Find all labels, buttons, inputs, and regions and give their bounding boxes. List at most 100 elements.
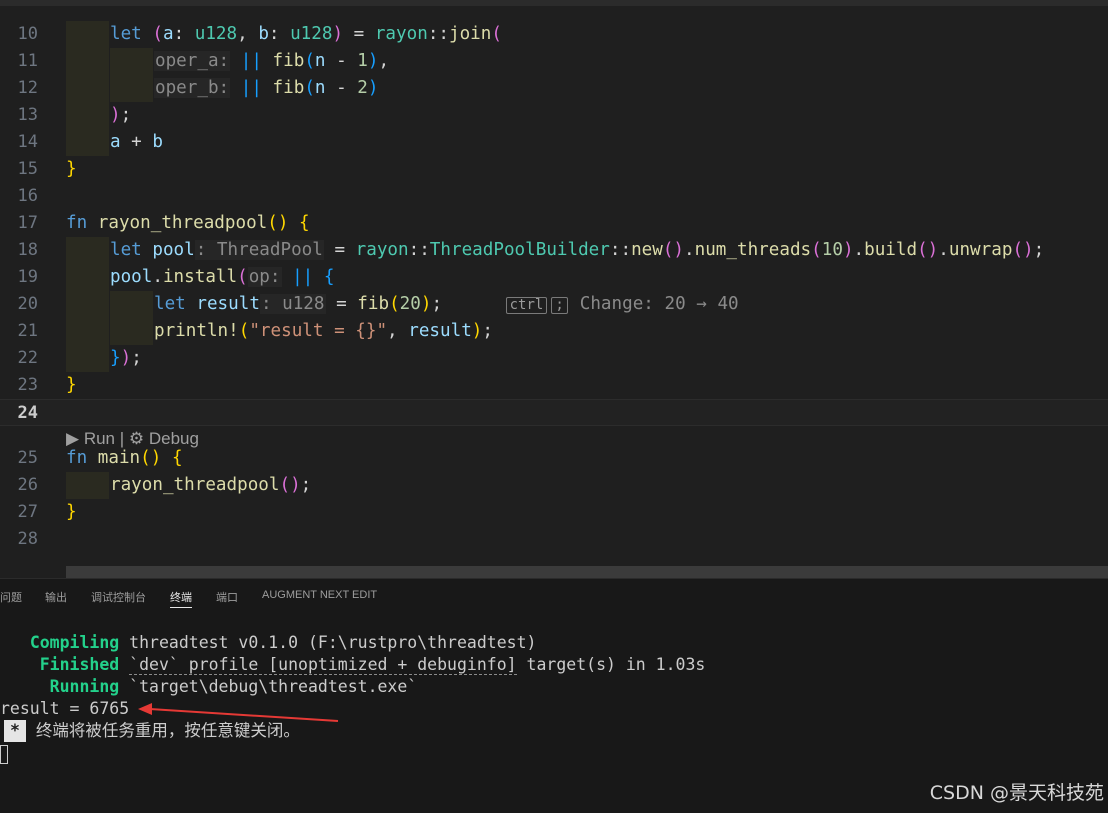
indent-guide xyxy=(66,345,109,372)
line-number: 25 xyxy=(17,448,38,468)
inlay-hint: : ThreadPool xyxy=(194,240,324,260)
horizontal-scrollbar[interactable] xyxy=(66,566,1108,578)
inlay-hint: oper_b: xyxy=(154,78,231,98)
codelens-run[interactable]: Run xyxy=(84,429,115,448)
line-number: 19 xyxy=(17,267,38,287)
code-line[interactable]: 18 let pool: ThreadPool = rayon::ThreadPo… xyxy=(0,237,1108,264)
code-token: { xyxy=(171,448,183,468)
code-line[interactable]: 10 let (a: u128, b: u128) = rayon::join( xyxy=(0,21,1108,48)
code-token: rayon_threadpool xyxy=(97,213,268,233)
code-token: - xyxy=(325,78,358,98)
code-token: :: xyxy=(408,240,430,260)
code-token: ; xyxy=(300,475,312,495)
indent-guide xyxy=(66,48,109,75)
code-editor[interactable]: 10 let (a: u128, b: u128) = rayon::join(1… xyxy=(0,0,1108,566)
code-line[interactable]: 22}); xyxy=(0,345,1108,372)
indent-guide xyxy=(110,291,153,318)
indent-guide xyxy=(110,48,153,75)
line-number: 16 xyxy=(17,186,38,206)
code-token: result xyxy=(408,321,472,341)
code-token: rayon xyxy=(355,240,409,260)
code-token: - xyxy=(325,51,358,71)
line-number: 24 xyxy=(17,403,38,423)
code-text: } xyxy=(66,372,77,399)
code-text: a + b xyxy=(110,129,163,156)
code-token: let xyxy=(154,294,186,314)
code-token: ( xyxy=(491,24,502,44)
code-token: || xyxy=(240,51,262,71)
code-token: : xyxy=(173,24,195,44)
code-token: ThreadPoolBuilder xyxy=(429,240,610,260)
code-text: oper_a: || fib(n - 1), xyxy=(154,48,389,75)
code-token: ; xyxy=(431,294,443,314)
line-number: 12 xyxy=(17,78,38,98)
indent-guide xyxy=(66,237,109,264)
code-token: main xyxy=(97,448,141,468)
code-token: { xyxy=(299,213,310,233)
code-token: result xyxy=(196,294,260,314)
code-text: rayon_threadpool(); xyxy=(110,472,311,499)
code-token: let xyxy=(110,24,142,44)
code-token: ( xyxy=(237,267,248,287)
code-token: n xyxy=(314,78,326,98)
finished-text: target(s) in 1.03s xyxy=(526,655,706,674)
code-token: } xyxy=(110,348,121,368)
run-icon[interactable]: ▶ xyxy=(66,429,79,448)
code-token: n xyxy=(314,51,326,71)
code-token: ( xyxy=(811,240,822,260)
code-token: ; xyxy=(120,105,132,125)
next-edit-suggestion[interactable]: Change: 20 → 40 xyxy=(580,294,739,314)
code-line[interactable]: 17 fn rayon_threadpool() { xyxy=(0,210,1108,237)
code-line[interactable]: 21 println!("result = {}", result); xyxy=(0,318,1108,345)
line-number: 18 xyxy=(17,240,38,260)
line-number: 23 xyxy=(17,375,38,395)
code-token: . xyxy=(938,240,949,260)
code-token: install xyxy=(162,267,238,287)
code-line[interactable]: 24 xyxy=(0,399,1108,426)
code-line[interactable]: 14 a + b xyxy=(0,129,1108,156)
indent-guide xyxy=(110,318,153,345)
code-token: u128 xyxy=(194,24,238,44)
code-line[interactable]: 19 pool.install(op: || { xyxy=(0,264,1108,291)
code-token: , xyxy=(378,51,390,71)
code-token: || xyxy=(292,267,314,287)
code-line[interactable]: 27} xyxy=(0,499,1108,526)
code-token: } xyxy=(66,502,77,522)
code-text: pool.install(op: || { xyxy=(110,264,334,291)
code-token: = xyxy=(325,294,358,314)
code-line[interactable]: 11 oper_a: || fib(n - 1), xyxy=(0,48,1108,75)
code-token: :: xyxy=(609,240,632,260)
code-line[interactable]: 13); xyxy=(0,102,1108,129)
gear-icon[interactable]: ⚙ xyxy=(129,429,144,448)
code-token: || xyxy=(240,78,262,98)
code-line[interactable]: 23} xyxy=(0,372,1108,399)
indent-guide xyxy=(66,75,109,102)
bottom-panel: 问题 输出 调试控制台 终端 端口 AUGMENT NEXT EDIT Comp… xyxy=(0,578,1108,813)
code-line[interactable]: 28 xyxy=(0,526,1108,553)
code-text: } xyxy=(66,499,77,526)
code-line[interactable]: 26 rayon_threadpool(); xyxy=(0,472,1108,499)
line-number: 13 xyxy=(17,105,38,125)
code-token: ) xyxy=(842,240,854,260)
code-token: 2 xyxy=(357,78,368,98)
code-token: b xyxy=(152,132,163,152)
line-number: 11 xyxy=(17,51,38,71)
code-token: 10 xyxy=(821,240,843,260)
code-line[interactable]: 16 xyxy=(0,183,1108,210)
code-line[interactable]: 15} xyxy=(0,156,1108,183)
code-token: :: xyxy=(427,24,449,44)
code-token: a xyxy=(162,24,174,44)
code-token: + xyxy=(120,132,153,152)
code-token: = xyxy=(323,240,356,260)
inlay-hint: op: xyxy=(247,267,282,287)
code-line[interactable]: 20 let result: u128 = fib(20); ctrl; Chang… xyxy=(0,291,1108,318)
codelens-debug[interactable]: Debug xyxy=(149,429,199,448)
code-line[interactable]: 12 oper_b: || fib(n - 2) xyxy=(0,75,1108,102)
line-number: 14 xyxy=(17,132,38,152)
